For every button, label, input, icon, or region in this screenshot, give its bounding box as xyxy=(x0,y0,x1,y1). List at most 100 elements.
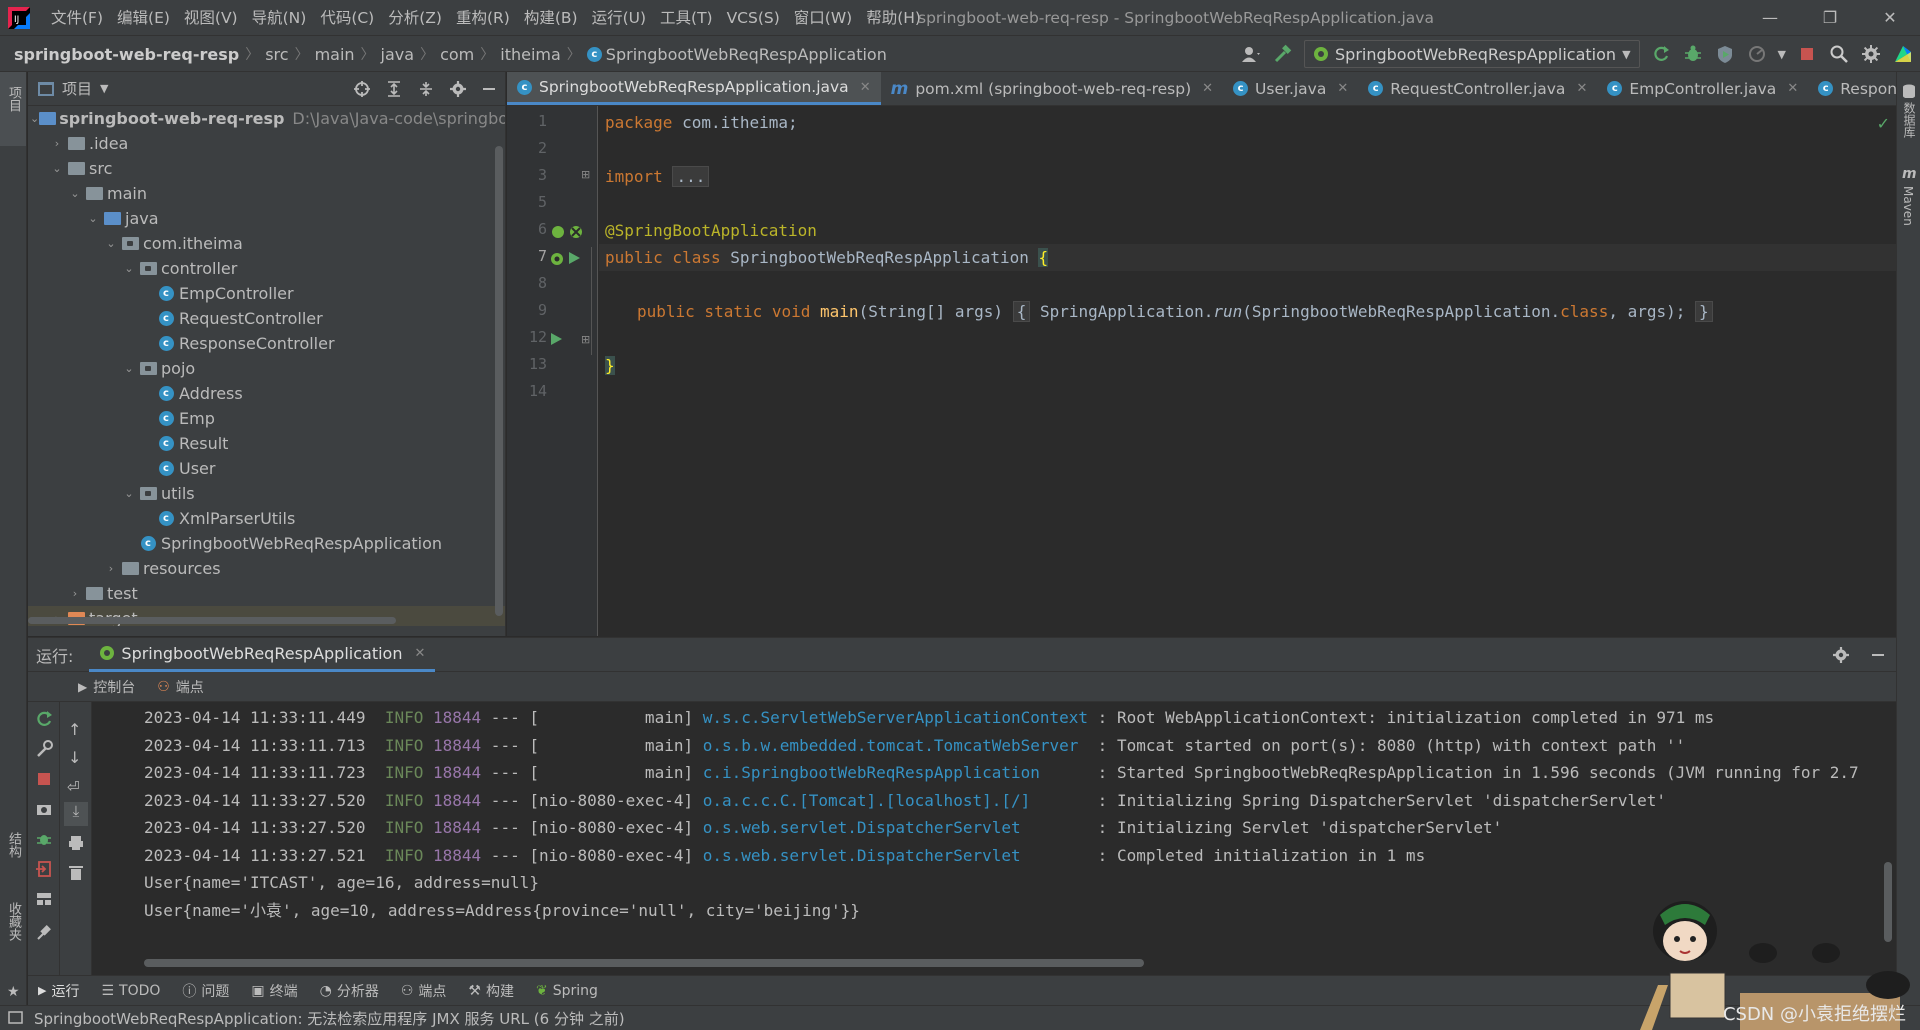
project-panel-title[interactable]: 项目 xyxy=(62,78,92,99)
more-run-chevron-icon[interactable]: ▼ xyxy=(1778,48,1786,61)
menu-build[interactable]: 构建(B) xyxy=(517,0,585,36)
spring-gutter-icon[interactable] xyxy=(549,250,565,268)
collapse-all-icon[interactable] xyxy=(417,80,435,98)
tree-node-java[interactable]: ⌄ java xyxy=(28,206,505,231)
menu-tools[interactable]: 工具(T) xyxy=(653,0,720,36)
hide-panel-icon[interactable] xyxy=(481,80,497,98)
tree-node-empcontroller[interactable]: c EmpController xyxy=(28,281,505,306)
menu-file[interactable]: 文件(F) xyxy=(44,0,110,36)
menu-view[interactable]: 视图(V) xyxy=(177,0,245,36)
tree-node-main[interactable]: ⌄ main xyxy=(28,181,505,206)
soft-wrap-icon[interactable]: ⏎ xyxy=(67,778,80,796)
tab-empcontroller-java[interactable]: c EmpController.java ✕ xyxy=(1597,72,1808,105)
wrench-icon[interactable] xyxy=(35,740,53,758)
folded-imports[interactable]: ... xyxy=(672,166,710,187)
terminal-tool-button[interactable]: ▣ 终端 xyxy=(251,981,297,1001)
profile-icon[interactable] xyxy=(1746,43,1768,65)
run-tool-button[interactable]: ▶ 运行 xyxy=(38,981,79,1001)
user-icon[interactable] xyxy=(1240,43,1262,65)
settings-gear-icon[interactable] xyxy=(1860,43,1882,65)
panel-gear-icon[interactable] xyxy=(449,80,467,98)
pin-icon[interactable] xyxy=(35,924,53,942)
run-main-icon[interactable] xyxy=(549,331,563,347)
status-window-icon[interactable] xyxy=(8,1010,24,1026)
scroll-to-end-icon[interactable]: ⤓ xyxy=(64,802,88,826)
tree-node-responsecontroller[interactable]: c ResponseController xyxy=(28,331,505,356)
breadcrumb-java[interactable]: java xyxy=(381,45,415,64)
tree-node-address[interactable]: c Address xyxy=(28,381,505,406)
breadcrumb-class[interactable]: SpringbootWebReqRespApplication xyxy=(606,45,887,64)
menu-analyze[interactable]: 分析(Z) xyxy=(381,0,449,36)
stop-icon[interactable] xyxy=(1796,43,1818,65)
restore-button[interactable]: ❐ xyxy=(1800,0,1860,36)
tree-node-pojo[interactable]: ⌄ pojo xyxy=(28,356,505,381)
close-tab-icon[interactable]: ✕ xyxy=(1576,81,1587,96)
endpoints-subtab[interactable]: ⚇ 端点 xyxy=(157,677,204,697)
tab-requestcontroller-java[interactable]: c RequestController.java ✕ xyxy=(1358,72,1597,105)
spring-tool-button[interactable]: ❦ Spring xyxy=(536,983,598,999)
menu-vcs[interactable]: VCS(S) xyxy=(720,0,787,36)
menu-edit[interactable]: 编辑(E) xyxy=(110,0,177,36)
tree-vertical-scrollbar[interactable] xyxy=(495,146,503,616)
tree-node-src[interactable]: ⌄ src xyxy=(28,156,505,181)
tree-node-result[interactable]: c Result xyxy=(28,431,505,456)
close-window-button[interactable]: ✕ xyxy=(1860,0,1920,36)
tab-user-java[interactable]: c User.java ✕ xyxy=(1223,72,1358,105)
toolbox-icon[interactable] xyxy=(1892,43,1914,65)
fold-method-icon[interactable]: ⊞ xyxy=(581,333,590,346)
tree-horizontal-scrollbar[interactable] xyxy=(28,617,396,624)
hide-run-panel-icon[interactable] xyxy=(1870,646,1886,664)
menu-refactor[interactable]: 重构(R) xyxy=(449,0,517,36)
tree-node-xmlparserutils[interactable]: c XmlParserUtils xyxy=(28,506,505,531)
tree-node-idea[interactable]: › .idea xyxy=(28,131,505,156)
close-tab-icon[interactable]: ✕ xyxy=(1337,81,1348,96)
trash-icon[interactable] xyxy=(67,864,85,882)
tab-application-java[interactable]: c SpringbootWebReqRespApplication.java ✕ xyxy=(507,72,881,105)
build-tool-button[interactable]: ⚒ 构建 xyxy=(468,981,514,1001)
close-tab-icon[interactable]: ✕ xyxy=(1202,81,1213,96)
print-icon[interactable] xyxy=(67,834,85,852)
fold-import-icon[interactable]: ⊞ xyxy=(581,168,590,181)
tree-node-application[interactable]: c SpringbootWebReqRespApplication xyxy=(28,531,505,556)
breadcrumb-itheima[interactable]: itheima xyxy=(500,45,561,64)
tree-node-emp[interactable]: c Emp xyxy=(28,406,505,431)
coverage-icon[interactable] xyxy=(1714,43,1736,65)
no-problems-check-icon[interactable]: ✓ xyxy=(1877,114,1890,133)
problems-tool-button[interactable]: ⓘ 问题 xyxy=(182,981,229,1001)
debug-bug-icon[interactable] xyxy=(35,830,53,848)
run-tab[interactable]: SpringbootWebReqRespApplication ✕ xyxy=(89,638,436,672)
view-chevron-down-icon[interactable]: ▼ xyxy=(100,82,108,95)
tab-pom-xml[interactable]: m pom.xml (springboot-web-req-resp) ✕ xyxy=(881,72,1223,105)
close-tab-icon[interactable]: ✕ xyxy=(860,80,871,95)
tree-node-test[interactable]: › test xyxy=(28,581,505,606)
console-horizontal-scrollbar[interactable] xyxy=(144,959,1144,967)
arrow-up-icon[interactable]: ↑ xyxy=(68,720,81,739)
console-subtab[interactable]: ▶ 控制台 xyxy=(78,677,135,697)
tree-node-requestcontroller[interactable]: c RequestController xyxy=(28,306,505,331)
stop-icon[interactable] xyxy=(35,770,53,788)
run-configuration-select[interactable]: SpringbootWebReqRespApplication ▼ xyxy=(1304,40,1640,68)
maven-tool-label[interactable]: Maven xyxy=(1901,186,1915,226)
rerun-icon[interactable] xyxy=(1650,43,1672,65)
exit-icon[interactable] xyxy=(35,860,53,878)
run-settings-gear-icon[interactable] xyxy=(1832,646,1850,664)
build-hammer-icon[interactable] xyxy=(1272,43,1294,65)
tree-node-com-itheima[interactable]: ⌄ com.itheima xyxy=(28,231,505,256)
project-tool-tab[interactable]: 项目 xyxy=(0,72,26,146)
close-tab-icon[interactable]: ✕ xyxy=(414,646,425,661)
todo-tool-button[interactable]: ☰ TODO xyxy=(101,983,160,999)
menu-run[interactable]: 运行(U) xyxy=(585,0,653,36)
rerun-icon[interactable] xyxy=(35,710,53,728)
locate-target-icon[interactable] xyxy=(353,80,371,98)
expand-all-icon[interactable] xyxy=(385,80,403,98)
breadcrumb-main[interactable]: main xyxy=(315,45,355,64)
favorites-tool-label[interactable]: 收藏夹 xyxy=(4,902,23,941)
layout-icon[interactable] xyxy=(35,890,53,908)
tree-root[interactable]: ⌄ springboot-web-req-resp D:\Java\Java-c… xyxy=(28,106,505,131)
endpoints-tool-button[interactable]: ⚇ 端点 xyxy=(401,981,447,1001)
camera-icon[interactable] xyxy=(35,800,53,818)
arrow-down-icon[interactable]: ↓ xyxy=(68,748,81,767)
tree-node-utils[interactable]: ⌄ utils xyxy=(28,481,505,506)
close-tab-icon[interactable]: ✕ xyxy=(1787,81,1798,96)
menu-window[interactable]: 窗口(W) xyxy=(787,0,859,36)
